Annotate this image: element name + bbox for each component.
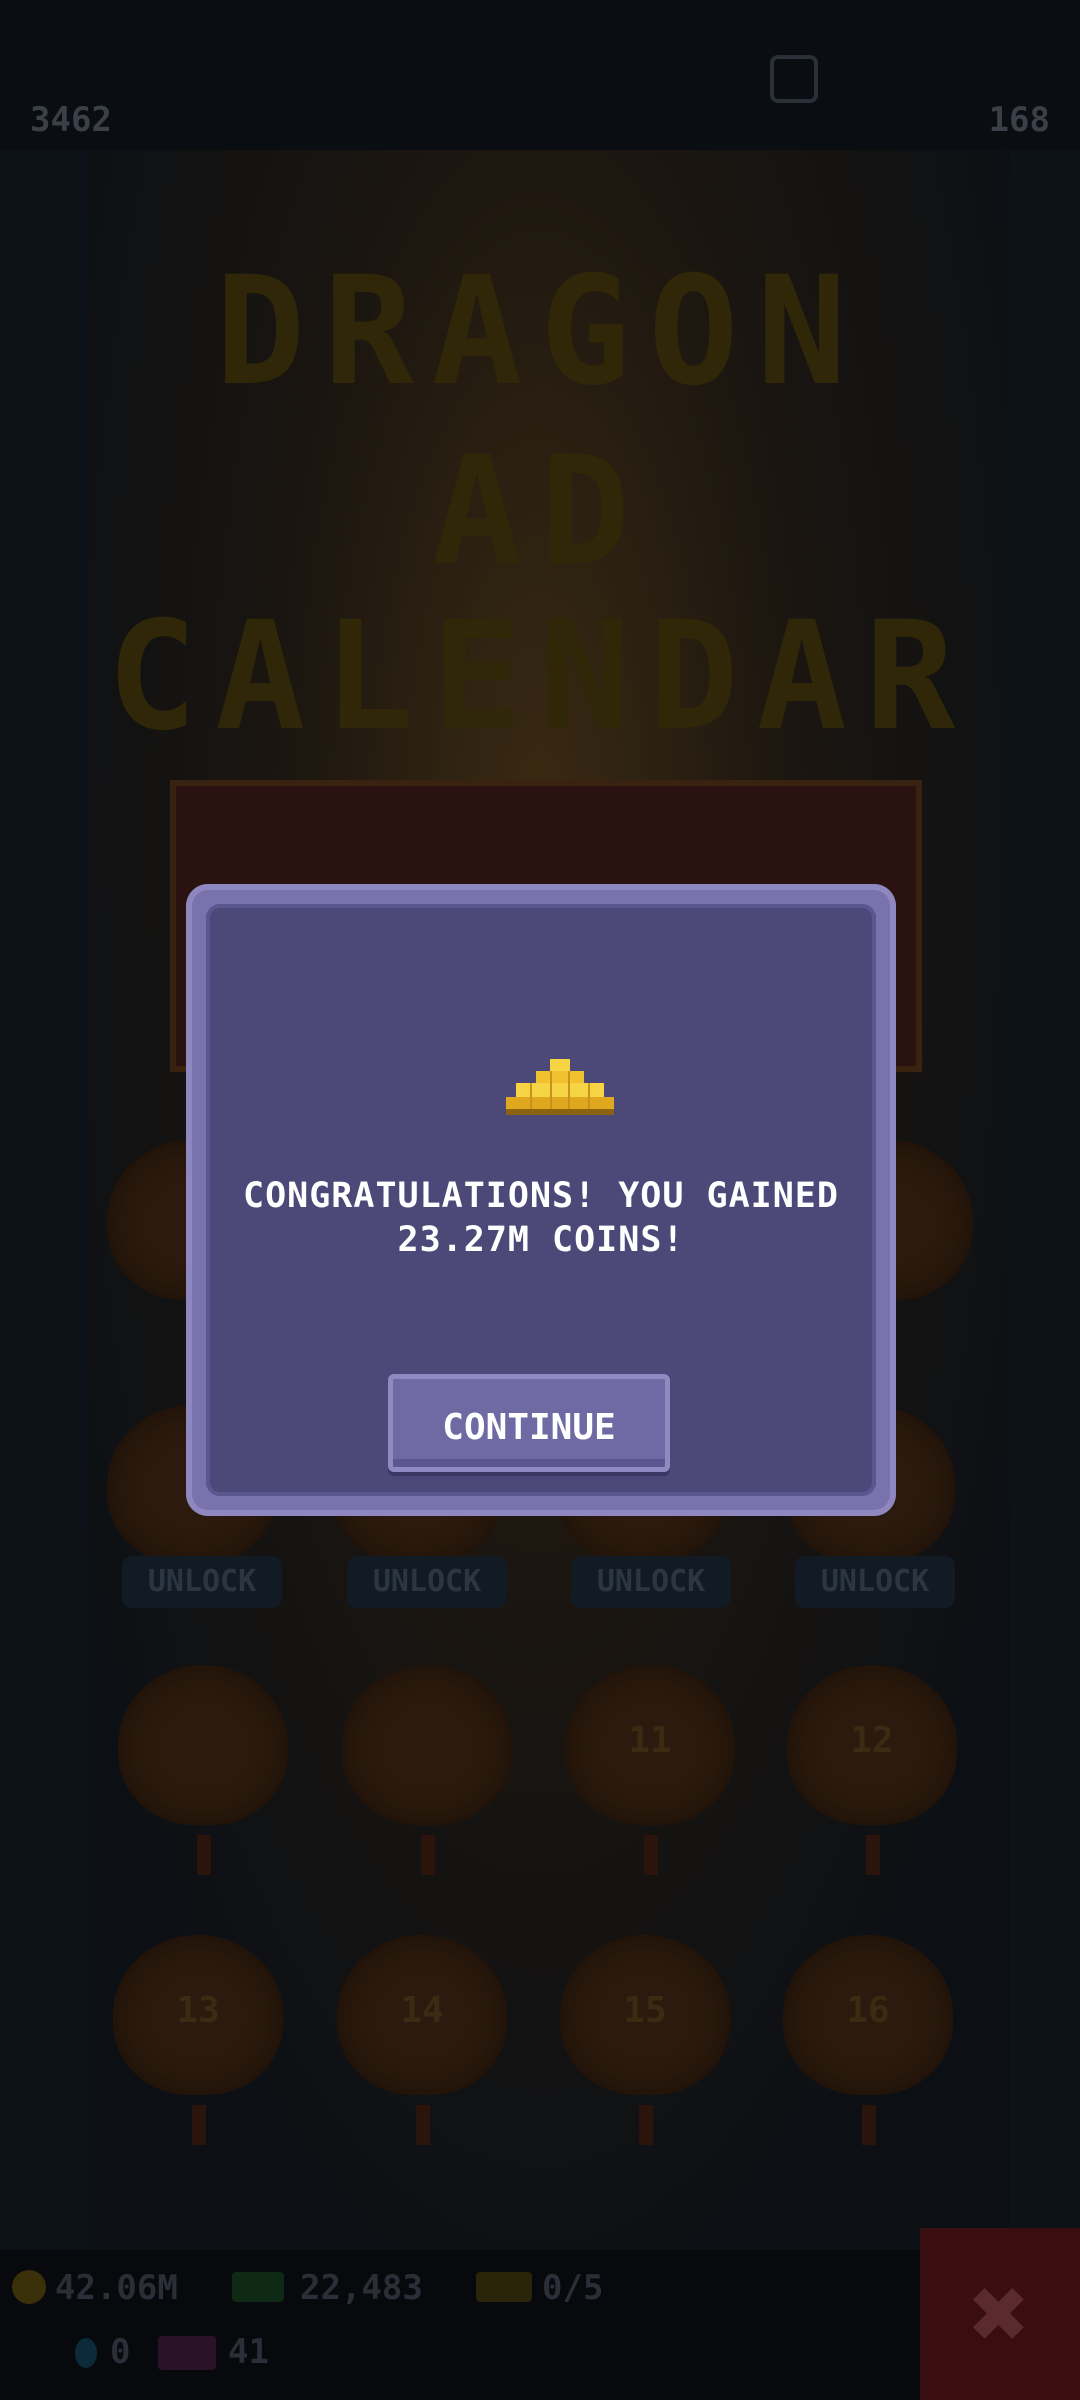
lantern-number: 11 [628,1720,672,1761]
reward-message: CONGRATULATIONS! YOU GAINED 23.27M COINS… [243,1176,839,1260]
lantern-tassel [421,1835,435,1875]
lantern-number: 14 [400,1990,444,2031]
lantern-tassel [862,2105,876,2145]
ticket-icon [476,2272,532,2302]
title-line-3: CALENDAR [106,590,974,764]
coin-icon [12,2270,46,2304]
close-button[interactable]: ✖ [920,2228,1080,2400]
title-line-1: DRAGON [215,245,865,419]
gems-value: 0 [110,2332,131,2372]
coins-value: 42.06M [55,2268,178,2308]
lantern[interactable]: 14 [337,1935,507,2095]
lantern-number: 16 [846,1990,890,2031]
tokens-value: 41 [228,2332,269,2372]
lantern[interactable]: 15 [560,1935,730,2095]
title-line-2: AD [431,425,649,599]
lantern-tassel [639,2105,653,2145]
lantern[interactable] [342,1665,512,1825]
lantern-tassel [866,1835,880,1875]
lantern[interactable]: 13 [113,1935,283,2095]
continue-button[interactable]: CONTINUE [388,1374,670,1472]
lantern-number: 13 [176,1990,220,2031]
lantern-number: 15 [623,1990,667,2031]
lantern-tassel [416,2105,430,2145]
bottom-bar: 42.06M 22,483 0/5 0 41 [0,2250,1080,2400]
gold-bars-icon [506,1059,614,1115]
unlock-button[interactable]: UNLOCK [571,1556,731,1608]
unlock-button[interactable]: UNLOCK [122,1556,282,1608]
lantern[interactable] [118,1665,288,1825]
tickets-value: 0/5 [542,2268,604,2308]
top-left-counter: 3462 [30,100,112,140]
cash-icon [232,2272,284,2302]
lantern-tassel [197,1835,211,1875]
top-logo-icon [770,55,818,103]
top-right-counter: 168 [988,100,1050,140]
lantern[interactable]: 16 [783,1935,953,2095]
lantern[interactable]: 11 [565,1665,735,1825]
unlock-button[interactable]: UNLOCK [347,1556,507,1608]
lantern-tassel [644,1835,658,1875]
token-icon [158,2336,216,2370]
unlock-button[interactable]: UNLOCK [795,1556,955,1608]
lantern-tassel [192,2105,206,2145]
top-bar: 3462 168 [0,0,1080,150]
gem-icon [75,2338,97,2368]
lantern[interactable]: 12 [787,1665,957,1825]
lantern-number: 12 [850,1720,894,1761]
cash-value: 22,483 [300,2268,423,2308]
